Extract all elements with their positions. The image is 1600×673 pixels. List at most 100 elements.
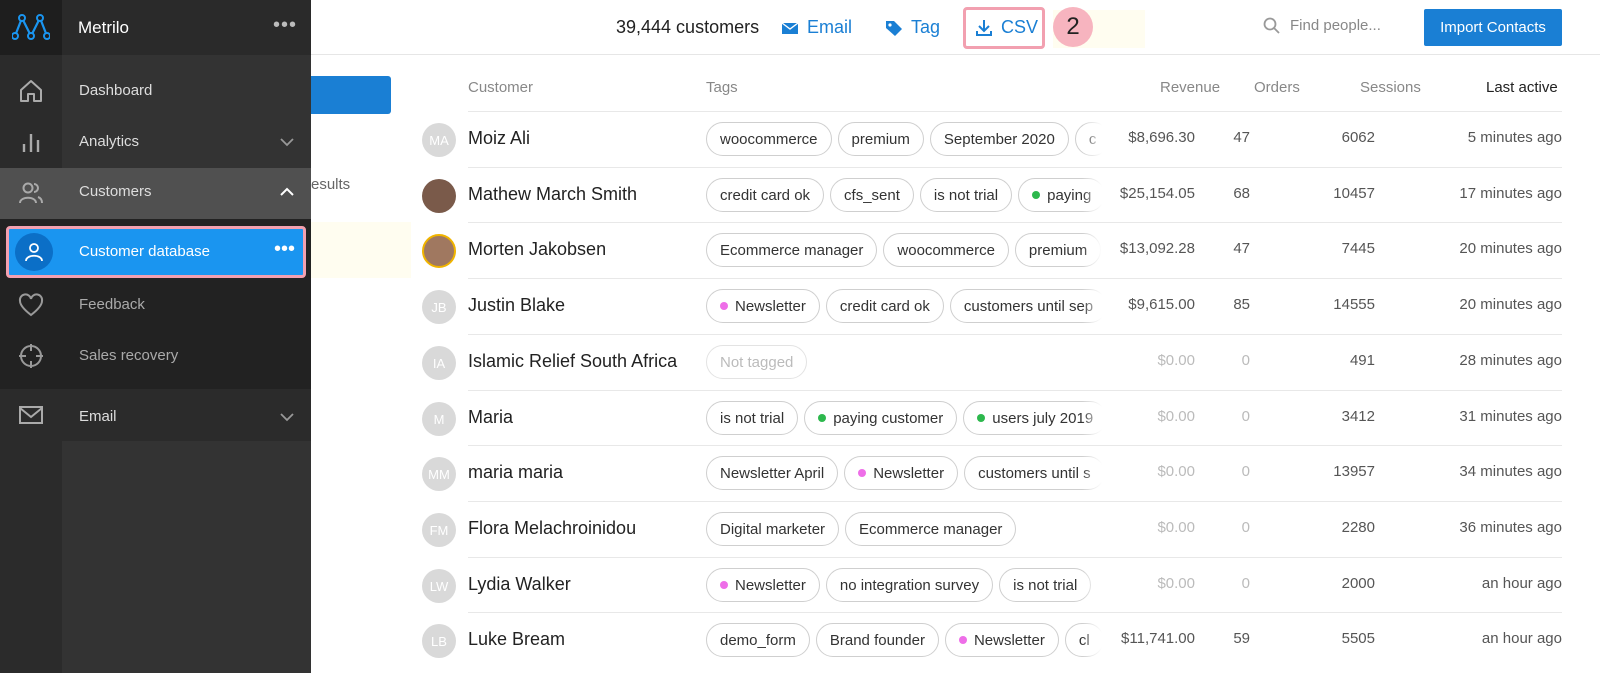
tag-list: Ecommerce manager woocommerce premium <box>706 233 1102 269</box>
tag-list: woocommercepremiumSeptember 2020c <box>706 122 1102 158</box>
tag-chip[interactable]: Newsletter <box>844 456 959 490</box>
orders-cell: 0 <box>1241 408 1250 425</box>
table-row[interactable]: MM maria maria Newsletter April Newsletter c… <box>422 445 1562 501</box>
tag-chip[interactable]: Newsletter <box>944 623 1059 657</box>
table-row[interactable]: M Maria is not trial paying customer users j… <box>422 390 1562 446</box>
orders-cell: 47 <box>1233 129 1250 146</box>
import-contacts-button[interactable]: Import Contacts <box>1424 9 1562 46</box>
logo-area <box>0 0 62 55</box>
customer-name[interactable]: Mathew March Smith <box>468 184 637 205</box>
table-row[interactable]: IA Islamic Relief South Africa Not tagged $… <box>422 334 1562 390</box>
tag-chip[interactable]: Newsletter <box>706 568 820 602</box>
tag-chip[interactable]: woocommerce <box>706 122 832 156</box>
sessions-cell: 10457 <box>1333 185 1375 202</box>
column-header-customer[interactable]: Customer <box>468 79 533 96</box>
tag-label: is not trial <box>933 186 999 204</box>
tag-chip[interactable]: premium <box>837 122 924 156</box>
tag-chip[interactable]: Digital marketer <box>706 512 840 546</box>
tag-label: Ecommerce manager <box>720 241 864 259</box>
tag-list: Newsletter April Newsletter customers unti… <box>706 456 1102 492</box>
tags-fade <box>1082 178 1102 214</box>
tag-chip[interactable]: customers until sep <box>949 289 1102 323</box>
tag-label: premium <box>1028 241 1088 259</box>
customer-name[interactable]: Justin Blake <box>468 295 565 316</box>
orders-cell: 85 <box>1233 296 1250 313</box>
column-header-revenue[interactable]: Revenue <box>1160 79 1220 96</box>
top-bar: 39,444 customers Email Tag CSV 2 Find pe… <box>311 0 1600 55</box>
sidebar-label-sales-recovery: Sales recovery <box>79 347 179 364</box>
tag-list: Not tagged <box>706 345 1102 381</box>
tag-label: Newsletter April <box>720 464 825 482</box>
table-row[interactable]: FM Flora Melachroinidou Digital marketer Ec… <box>422 501 1562 557</box>
bar-chart-icon <box>16 127 46 157</box>
customer-name[interactable]: maria maria <box>468 462 563 483</box>
csv-export-button[interactable]: CSV <box>975 17 1038 38</box>
sidebar-item-customer-database[interactable]: Customer database ••• <box>6 226 306 278</box>
table-row[interactable]: LB Luke Bream demo_form Brand founder Newsle… <box>422 612 1562 668</box>
tag-list: is not trial paying customer users july 20… <box>706 401 1102 437</box>
tag-chip[interactable]: is not trial <box>919 178 1013 212</box>
tag-label: credit card ok <box>720 186 811 204</box>
revenue-cell: $11,741.00 <box>1121 630 1195 647</box>
tag-chip[interactable]: paying customer <box>804 401 958 435</box>
more-icon[interactable]: ••• <box>273 14 297 37</box>
tag-chip[interactable]: is not trial <box>706 401 799 435</box>
sessions-cell: 2280 <box>1341 519 1375 536</box>
tag-label: customers until sep <box>963 297 1094 315</box>
chevron-up-icon <box>280 187 294 196</box>
orders-cell: 0 <box>1241 463 1250 480</box>
customer-name[interactable]: Lydia Walker <box>468 574 571 595</box>
tag-chip[interactable]: September 2020 <box>929 122 1069 156</box>
revenue-cell: $0.00 <box>1157 575 1195 592</box>
tag-chip[interactable]: cfs_sent <box>830 178 914 212</box>
tag-label: Newsletter <box>973 631 1045 649</box>
email-button[interactable]: Email <box>781 17 852 38</box>
column-header-last-active[interactable]: Last active <box>1486 79 1558 96</box>
column-header-orders[interactable]: Orders <box>1254 79 1300 96</box>
tag-chip[interactable]: no integration survey <box>825 568 994 602</box>
tag-label: Brand founder <box>829 631 925 649</box>
more-icon[interactable]: ••• <box>274 238 295 261</box>
tag-chip[interactable]: Newsletter <box>706 289 820 323</box>
table-row[interactable]: Mathew March Smith credit card ok cfs_sent… <box>422 167 1562 223</box>
customer-name[interactable]: Islamic Relief South Africa <box>468 351 677 372</box>
avatar: LW <box>422 569 456 603</box>
customer-name[interactable]: Maria <box>468 407 513 428</box>
table-row[interactable]: Morten Jakobsen Ecommerce manager woocomme… <box>422 222 1562 278</box>
tag-chip[interactable]: demo_form <box>706 623 810 657</box>
tag-button[interactable]: Tag <box>885 17 940 38</box>
metrilo-logo-icon[interactable] <box>12 12 50 42</box>
tag-chip[interactable]: woocommerce <box>883 233 1009 267</box>
sessions-cell: 13957 <box>1333 463 1375 480</box>
tag-chip[interactable]: is not trial <box>999 568 1092 602</box>
customer-name[interactable]: Moiz Ali <box>468 128 530 149</box>
tag-chip[interactable]: Newsletter April <box>706 456 839 490</box>
search-input[interactable]: Find people... <box>1263 17 1381 34</box>
customer-name[interactable]: Luke Bream <box>468 629 565 650</box>
tag-chip[interactable]: credit card ok <box>706 178 825 212</box>
table-row[interactable]: MA Moiz Ali woocommerce premium September 20… <box>422 111 1562 167</box>
tags-fade <box>1082 456 1102 492</box>
table-row[interactable]: LW Lydia Walker Newsletter no integration s… <box>422 557 1562 613</box>
customer-name[interactable]: Morten Jakobsen <box>468 239 606 260</box>
callout-badge: 2 <box>1053 7 1093 47</box>
revenue-cell: $0.00 <box>1157 352 1195 369</box>
tag-chip[interactable]: Ecommerce manager <box>706 233 878 267</box>
avatar: MA <box>422 123 456 157</box>
tag-chip[interactable]: credit card ok <box>825 289 944 323</box>
sessions-cell: 491 <box>1349 352 1375 369</box>
table-row[interactable]: JB Justin Blake Newsletter credit card ok cu… <box>422 278 1562 334</box>
last-active-cell: an hour ago <box>1481 630 1562 647</box>
column-header-sessions[interactable]: Sessions <box>1360 79 1421 96</box>
tag-label: premium <box>851 130 910 148</box>
tag-dot-icon <box>720 302 728 310</box>
tag-chip[interactable]: Not tagged <box>706 345 808 379</box>
last-active-cell: 28 minutes ago <box>1459 352 1562 369</box>
tag-chip[interactable]: Brand founder <box>815 623 939 657</box>
background-highlight <box>311 222 411 278</box>
orders-cell: 47 <box>1233 240 1250 257</box>
customer-name[interactable]: Flora Melachroinidou <box>468 518 636 539</box>
tag-chip[interactable]: Ecommerce manager <box>845 512 1017 546</box>
tag-dot-icon <box>958 636 967 644</box>
avatar: JB <box>422 290 456 324</box>
